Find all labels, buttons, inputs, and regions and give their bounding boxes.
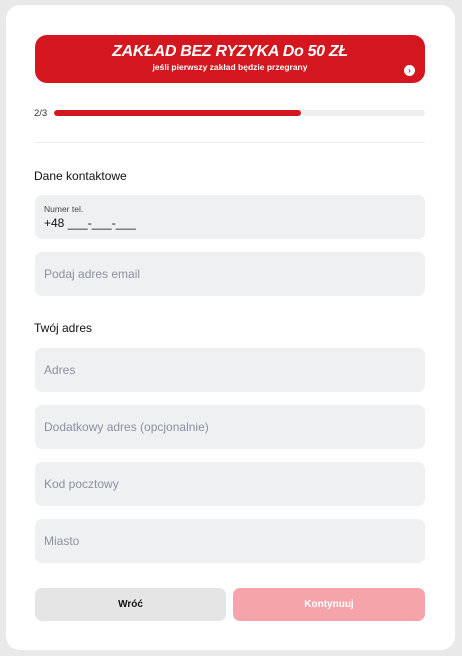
- address-field[interactable]: Adres: [35, 348, 425, 392]
- promo-subtitle: jeśli pierwszy zakład będzie przegrany: [152, 62, 308, 72]
- promo-banner[interactable]: ZAKŁAD BEZ RYZYKA Do 50 ZŁ jeśli pierwsz…: [35, 35, 425, 83]
- address2-placeholder: Dodatkowy adres (opcjonalnie): [44, 420, 209, 434]
- email-placeholder: Podaj adres email: [44, 267, 141, 281]
- email-field[interactable]: Podaj adres email: [35, 252, 425, 296]
- progress-bar: [54, 110, 425, 116]
- city-field[interactable]: Miasto: [35, 519, 425, 563]
- postal-code-field[interactable]: Kod pocztowy: [35, 462, 425, 506]
- continue-button[interactable]: Kontynuuj: [233, 588, 425, 621]
- registration-card: ZAKŁAD BEZ RYZYKA Do 50 ZŁ jeśli pierwsz…: [6, 5, 455, 650]
- address-placeholder: Adres: [44, 363, 76, 377]
- divider: [34, 142, 425, 143]
- progress-fill: [54, 110, 302, 116]
- city-placeholder: Miasto: [44, 534, 80, 548]
- promo-title: ZAKŁAD BEZ RYZYKA Do 50 ZŁ: [112, 43, 348, 60]
- contact-section-title: Dane kontaktowe: [34, 169, 127, 183]
- phone-field[interactable]: Numer tel. +48 ___-___-___: [35, 195, 425, 239]
- step-indicator: 2/3: [34, 108, 48, 119]
- postal-code-placeholder: Kod pocztowy: [44, 477, 119, 491]
- address-section-title: Twój adres: [34, 321, 93, 335]
- back-button[interactable]: Wróć: [35, 588, 226, 621]
- address2-field[interactable]: Dodatkowy adres (opcjonalnie): [35, 405, 425, 449]
- chevron-right-icon[interactable]: ›: [404, 65, 415, 76]
- phone-label: Numer tel.: [44, 204, 84, 214]
- phone-value[interactable]: +48 ___-___-___: [44, 216, 136, 230]
